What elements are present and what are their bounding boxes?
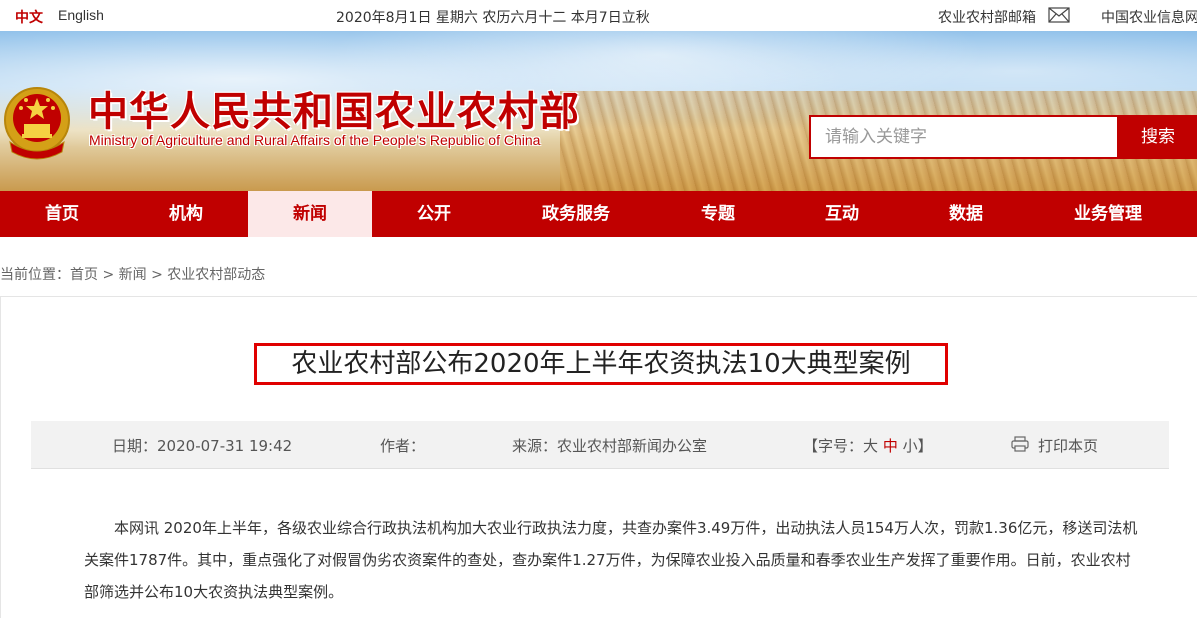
search-input[interactable]	[811, 117, 1117, 157]
font-size-suffix: 】	[917, 437, 933, 455]
meta-date: 日期：2020-07-31 19:42	[112, 435, 292, 456]
nav-item-gov-services[interactable]: 政务服务	[496, 191, 656, 237]
article-meta-bar: 日期：2020-07-31 19:42 作者： 来源：农业农村部新闻办公室 【字…	[31, 421, 1169, 469]
article-title: 农业农村部公布2020年上半年农资执法10大典型案例	[254, 343, 948, 385]
search-box	[809, 115, 1119, 159]
meta-date-value: 2020-07-31 19:42	[157, 437, 293, 455]
nav-item-topics[interactable]: 专题	[656, 191, 780, 237]
ministry-mail-link[interactable]: 农业农村部邮箱	[938, 7, 1036, 27]
breadcrumb-separator: >	[98, 267, 119, 283]
nav-item-organization[interactable]: 机构	[124, 191, 248, 237]
printer-icon[interactable]	[1011, 436, 1029, 452]
meta-source-label: 来源：	[512, 437, 558, 455]
article-paragraph: 本网讯 2020年上半年，各级农业综合行政执法机构加大农业行政执法力度，共查办案…	[84, 519, 1138, 601]
meta-author-label: 作者：	[380, 437, 426, 455]
nav-item-interaction[interactable]: 互动	[780, 191, 904, 237]
print-page-link[interactable]: 打印本页	[1038, 435, 1098, 456]
breadcrumb-ministry-news-link[interactable]: 农业农村部动态	[167, 267, 265, 283]
site-title-chinese: 中华人民共和国农业农村部	[88, 88, 580, 135]
font-size-medium-button[interactable]: 中	[883, 437, 898, 455]
header-banner: 中华人民共和国农业农村部 Ministry of Agriculture and…	[0, 31, 1197, 191]
nav-item-home[interactable]: 首页	[0, 191, 124, 237]
national-emblem-icon	[4, 87, 70, 160]
search-button[interactable]: 搜索	[1119, 115, 1197, 159]
font-size-large-button[interactable]: 大	[863, 437, 878, 455]
nav-item-business-mgmt[interactable]: 业务管理	[1028, 191, 1188, 237]
china-agri-info-net-link[interactable]: 中国农业信息网	[1101, 7, 1197, 27]
meta-source-value: 农业农村部新闻办公室	[557, 437, 708, 455]
breadcrumb: 当前位置：首页 > 新闻 > 农业农村部动态	[0, 264, 265, 284]
nav-item-data[interactable]: 数据	[904, 191, 1028, 237]
breadcrumb-home-link[interactable]: 首页	[70, 267, 98, 283]
lang-english-link[interactable]: English	[58, 7, 104, 23]
font-size-prefix: 【字号：	[803, 437, 864, 455]
meta-source: 来源：农业农村部新闻办公室	[512, 435, 707, 456]
top-bar: 中文 English 2020年8月1日 星期六 农历六月十二 本月7日立秋 农…	[0, 0, 1197, 31]
breadcrumb-news-link[interactable]: 新闻	[119, 267, 147, 283]
main-nav: 首页 机构 新闻 公开 政务服务 专题 互动 数据 业务管理	[0, 191, 1197, 237]
font-size-small-button[interactable]: 小	[903, 437, 918, 455]
nav-item-public[interactable]: 公开	[372, 191, 496, 237]
current-date: 2020年8月1日 星期六 农历六月十二 本月7日立秋	[336, 10, 650, 26]
breadcrumb-separator: >	[146, 267, 168, 283]
lang-chinese-link[interactable]: 中文	[15, 7, 43, 27]
breadcrumb-prefix: 当前位置：	[0, 267, 70, 283]
font-size-control: 【字号：大 中 小】	[803, 435, 933, 456]
meta-author: 作者：	[380, 435, 425, 456]
article-body: 本网讯 2020年上半年，各级农业综合行政执法机构加大农业行政执法力度，共查办案…	[84, 512, 1144, 608]
site-title-english: Ministry of Agriculture and Rural Affair…	[89, 132, 541, 148]
meta-date-label: 日期：	[112, 437, 158, 455]
nav-item-news[interactable]: 新闻	[248, 191, 372, 237]
mail-icon[interactable]	[1048, 7, 1070, 23]
